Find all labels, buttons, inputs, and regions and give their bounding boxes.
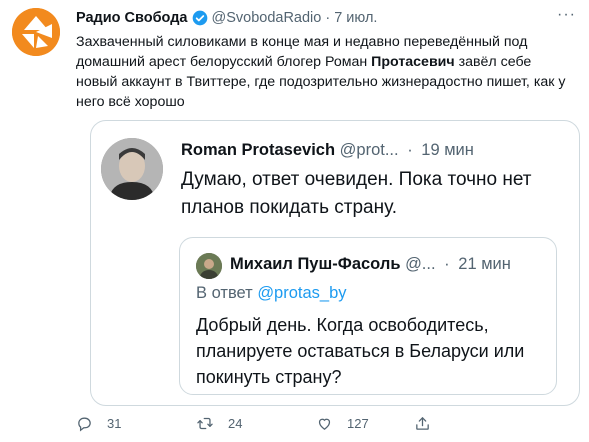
retweet-button[interactable]: 24 (196, 415, 316, 432)
retweet-icon (197, 417, 213, 429)
nested-tweet-text: Добрый день. Когда освободитесь, планиру… (196, 315, 525, 387)
radio-svoboda-logo-icon (12, 8, 60, 56)
person-photo-icon (101, 138, 163, 200)
quoted-time[interactable]: 19 мин (421, 141, 474, 159)
replying-to: В ответ @protas_by (196, 284, 347, 303)
share-icon (416, 416, 429, 430)
nested-quoted-tweet[interactable]: Михаил Пуш-Фасоль @... · 21 мин В ответ … (179, 237, 557, 395)
heart-icon (318, 418, 331, 430)
nested-author-name[interactable]: Михаил Пуш-Фасоль (230, 255, 400, 273)
separator: · (407, 141, 413, 159)
author-name[interactable]: Радио Свобода (76, 10, 188, 26)
author-handle[interactable]: @SvobodaRadio (212, 10, 322, 26)
separator: · (444, 255, 450, 273)
tweet-text: Захваченный силовиками в конце мая и нед… (76, 32, 576, 112)
reply-icon (78, 417, 91, 432)
quoted-tweet-card[interactable]: Roman Protasevich @prot... · 19 мин Дума… (90, 120, 580, 406)
nested-author-handle[interactable]: @... (405, 255, 436, 273)
separator: · (325, 10, 331, 26)
replying-to-label: В ответ (196, 284, 258, 302)
person-photo-icon (196, 253, 222, 279)
verified-badge-icon (192, 10, 208, 26)
radio-svoboda-avatar[interactable] (12, 8, 60, 56)
like-count: 127 (347, 415, 369, 431)
replying-to-handle[interactable]: @protas_by (257, 284, 346, 302)
quoted-tweet-header: Roman Protasevich @prot... · 19 мин (181, 141, 474, 160)
protasevich-avatar[interactable] (101, 138, 163, 200)
reply-count: 31 (107, 415, 122, 431)
reply-button[interactable]: 31 (76, 415, 196, 432)
tweet-header: Радио Свобода @SvobodaRadio · 7 июл. ··· (76, 6, 576, 28)
quoted-tweet-text: Думаю, ответ очевиден. Пока точно нет пл… (181, 169, 532, 218)
mikhail-avatar[interactable] (196, 253, 222, 279)
quoted-author-handle[interactable]: @prot... (340, 141, 399, 159)
tweet-actions: 31 24 127 (76, 412, 506, 434)
nested-tweet-header: Михаил Пуш-Фасоль @... · 21 мин (230, 255, 511, 274)
more-options-icon[interactable]: ··· (557, 6, 576, 24)
retweet-count: 24 (228, 415, 243, 431)
tweet-text-bold: Протасевич (371, 54, 455, 70)
quoted-author-name[interactable]: Roman Protasevich (181, 141, 335, 159)
tweet[interactable]: Радио Свобода @SvobodaRadio · 7 июл. ···… (76, 6, 576, 112)
tweet-date[interactable]: 7 июл. (334, 10, 377, 26)
share-button[interactable] (414, 415, 445, 432)
nested-time[interactable]: 21 мин (458, 255, 511, 273)
